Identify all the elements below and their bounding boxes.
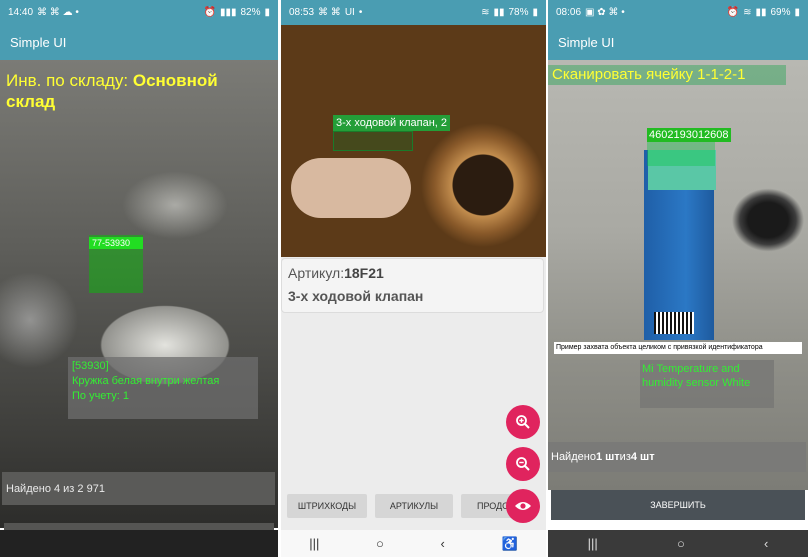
found-a: 1 шт bbox=[595, 451, 620, 463]
alarm-icon: ⏰ bbox=[203, 7, 216, 18]
phone-cell-scan: 08:06 ▣ ✿ ⌘ • ⏰ ≋ ▮▮ 69% ▮ Simple UI Ска… bbox=[548, 0, 808, 557]
item-code: [53930] bbox=[72, 360, 109, 372]
page-title: Инв. по складу: Основной склад bbox=[6, 70, 266, 112]
eye-button[interactable] bbox=[506, 489, 540, 523]
notification-icon: ⌘ ⌘ ☁ • bbox=[37, 7, 79, 18]
barcode-highlight bbox=[647, 142, 715, 166]
wifi-icon: ≋ bbox=[481, 7, 490, 18]
barcodes-button[interactable]: ШТРИХКОДЫ bbox=[287, 494, 367, 518]
nav-bar bbox=[0, 530, 278, 557]
camera-preview bbox=[281, 25, 546, 257]
nav-bar: ||| ○ ‹ ♿ bbox=[281, 530, 546, 557]
status-bar: 08:53 ⌘ ⌘ UI • ≋ ▮▮ 78% ▮ bbox=[281, 0, 546, 25]
item-count: По учету: 1 bbox=[72, 390, 129, 402]
barcode-label: 77-53930 bbox=[89, 237, 143, 249]
app-title: Simple UI bbox=[558, 35, 615, 50]
item-info-overlay: Mi Temperature and humidity sensor White bbox=[640, 360, 774, 408]
article-prefix: Артикул: bbox=[288, 265, 345, 281]
zoom-in-icon bbox=[516, 415, 530, 429]
found-b: 4 шт bbox=[630, 451, 655, 463]
wifi-icon: ≋ bbox=[743, 7, 752, 18]
article-card: Артикул:18F21 3-х ходовой клапан bbox=[281, 258, 544, 313]
item-info-overlay: [53930] Кружка белая внутри желтая По уч… bbox=[68, 357, 258, 419]
barcode-label: 4602193012608 bbox=[647, 128, 731, 142]
back-icon[interactable]: ‹ bbox=[764, 536, 768, 551]
signal-icon: ▮▮▮ bbox=[219, 7, 237, 18]
scan-title: Сканировать ячейку 1-1-2-1 bbox=[552, 66, 746, 83]
notification-icon: ⌘ ⌘ bbox=[318, 7, 341, 18]
articles-button[interactable]: АРТИКУЛЫ bbox=[375, 494, 453, 518]
status-bar: 14:40 ⌘ ⌘ ☁ • ⏰ ▮▮▮ 82% ▮ bbox=[0, 0, 278, 25]
found-prefix: Найдено bbox=[551, 451, 596, 463]
phone-inventory: 14:40 ⌘ ⌘ ☁ • ⏰ ▮▮▮ 82% ▮ Simple UI Инв.… bbox=[0, 0, 278, 557]
app-bar: Simple UI bbox=[548, 25, 808, 60]
item-name: Кружка белая внутри желтая bbox=[72, 375, 220, 387]
eye-icon bbox=[515, 502, 531, 510]
zoom-out-icon bbox=[516, 457, 530, 471]
app-bar: Simple UI bbox=[0, 25, 278, 60]
battery-icon: ▮ bbox=[532, 7, 538, 18]
zoom-out-button[interactable] bbox=[506, 447, 540, 481]
status-time: 08:06 bbox=[556, 7, 582, 18]
notification-icon: ▣ ✿ ⌘ • bbox=[585, 7, 625, 18]
recents-icon[interactable]: ||| bbox=[588, 536, 598, 551]
status-bar: 08:06 ▣ ✿ ⌘ • ⏰ ≋ ▮▮ 69% ▮ bbox=[548, 0, 808, 25]
found-mid: из bbox=[619, 451, 631, 463]
title-prefix: Инв. по складу: bbox=[6, 71, 133, 90]
found-counter: Найдено 1 шт из 4 шт bbox=[548, 442, 806, 472]
dot-icon: • bbox=[358, 7, 363, 18]
signal-icon: ▮▮ bbox=[493, 7, 505, 18]
battery-percent: 82% bbox=[240, 7, 261, 18]
battery-percent: 78% bbox=[508, 7, 529, 18]
home-icon[interactable]: ○ bbox=[376, 536, 384, 551]
alarm-icon: ⏰ bbox=[726, 7, 740, 18]
battery-percent: 69% bbox=[770, 7, 791, 18]
status-time: 08:53 bbox=[289, 7, 315, 18]
capture-hint: Пример захвата объекта целиком с привязк… bbox=[554, 342, 802, 354]
article-value: 18F21 bbox=[344, 265, 384, 281]
product-barcode bbox=[654, 312, 694, 334]
status-time: 14:40 bbox=[8, 7, 34, 18]
found-counter: Найдено 4 из 2 971 bbox=[2, 472, 275, 505]
back-icon[interactable]: ‹ bbox=[441, 536, 445, 551]
recents-icon[interactable]: ||| bbox=[309, 536, 319, 551]
hand-shape bbox=[291, 158, 411, 218]
home-icon[interactable]: ○ bbox=[677, 536, 685, 551]
barcode-label: 3-х ходовой клапан, 2 bbox=[333, 115, 451, 131]
barcode-highlight bbox=[333, 131, 413, 151]
camera-preview bbox=[0, 60, 278, 528]
battery-icon: ▮ bbox=[264, 7, 270, 18]
signal-icon: ▮▮ bbox=[755, 7, 767, 18]
finish-button[interactable]: ЗАВЕРШИТЬ bbox=[551, 490, 805, 520]
zoom-in-button[interactable] bbox=[506, 405, 540, 439]
accessibility-icon[interactable]: ♿ bbox=[501, 536, 517, 552]
nav-bar: ||| ○ ‹ bbox=[548, 530, 808, 557]
app-title: Simple UI bbox=[10, 35, 67, 50]
battery-icon: ▮ bbox=[794, 7, 800, 18]
status-app: UI bbox=[344, 7, 355, 18]
product-name: 3-х ходовой клапан bbox=[288, 288, 424, 304]
phone-article-scan: 08:53 ⌘ ⌘ UI • ≋ ▮▮ 78% ▮ 3-х ходовой кл… bbox=[281, 0, 546, 557]
article-line: Артикул:18F21 bbox=[288, 265, 537, 281]
